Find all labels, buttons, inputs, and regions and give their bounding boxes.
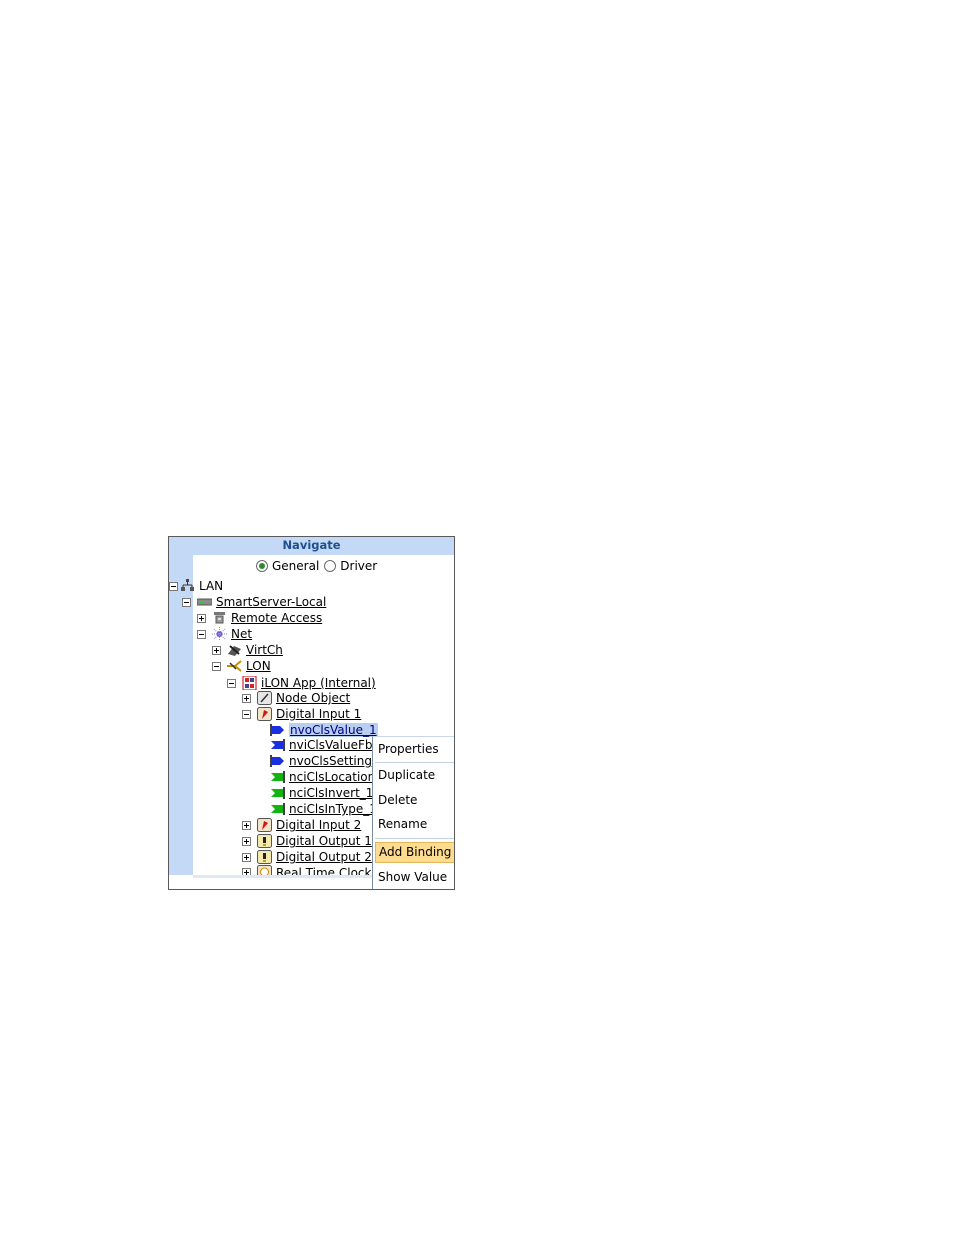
tree-node-remote-access[interactable]: Remote Access — [197, 610, 322, 626]
expand-toggle[interactable] — [242, 868, 251, 875]
tree-label: Remote Access — [231, 611, 323, 625]
menu-item-delete[interactable]: Delete — [375, 790, 454, 811]
navigate-panel: Navigate General Driver LAN SmartServer-… — [168, 536, 455, 890]
driver-radio-label: Driver — [340, 559, 378, 573]
virtual-channel-icon — [227, 643, 242, 657]
tree-node-virtch[interactable]: VirtCh — [212, 642, 283, 658]
menu-item-rename[interactable]: Rename — [375, 814, 454, 835]
clock-icon — [257, 865, 272, 875]
menu-divider — [375, 838, 454, 839]
collapse-toggle[interactable] — [242, 709, 251, 719]
lon-channel-icon — [227, 659, 242, 673]
tree-label: Digital Input 1 — [276, 707, 362, 721]
horizontal-scrollbar[interactable] — [193, 875, 373, 878]
collapse-toggle[interactable] — [212, 661, 221, 671]
tree-node-net[interactable]: Net — [197, 626, 252, 642]
output-datapoint-icon — [270, 754, 285, 768]
tree-node-real-time-clock[interactable]: Real Time Clock — [242, 865, 371, 875]
tree-label: SmartServer-Local — [216, 595, 327, 609]
lan-icon — [180, 579, 195, 593]
input-datapoint-icon — [270, 738, 285, 752]
general-radio-label: General — [272, 559, 320, 573]
collapse-toggle[interactable] — [169, 581, 178, 591]
config-property-icon — [270, 802, 285, 816]
tree-label: nvoClsValue_1 — [289, 723, 378, 737]
collapse-toggle[interactable] — [182, 597, 191, 607]
expand-toggle[interactable] — [242, 820, 251, 830]
digital-output-icon — [257, 850, 272, 864]
tree-node-digital-input-2[interactable]: Digital Input 2 — [242, 817, 361, 833]
menu-item-properties[interactable]: Properties — [375, 739, 454, 760]
tree-label: nviClsValueFb — [289, 738, 373, 752]
tree-node-digital-input-1[interactable]: Digital Input 1 — [242, 706, 361, 722]
functional-block-icon — [257, 691, 272, 705]
datapoint-nciclsinvert-1[interactable]: nciClsInvert_1 — [270, 785, 373, 801]
server-icon — [197, 595, 212, 609]
panel-title: Navigate — [169, 537, 454, 555]
expand-toggle[interactable] — [197, 613, 206, 623]
tree-label: nciClsLocation — [289, 770, 376, 784]
expand-toggle[interactable] — [242, 836, 251, 846]
tree-label: nciClsInType_1 — [289, 802, 377, 816]
config-property-icon — [270, 770, 285, 784]
tree-label: Digital Input 2 — [276, 818, 362, 832]
general-radio[interactable] — [256, 560, 268, 572]
tree-node-digital-output-1[interactable]: Digital Output 1 — [242, 833, 372, 849]
expand-toggle[interactable] — [242, 852, 251, 862]
tree-label: Node Object — [276, 691, 351, 705]
datapoint-nvoclssetting[interactable]: nvoClsSetting — [270, 753, 372, 769]
tree-node-smartserver[interactable]: SmartServer-Local — [182, 594, 326, 610]
tree-node-lon[interactable]: LON — [212, 658, 271, 674]
menu-item-show-value[interactable]: Show Value — [375, 867, 454, 888]
tree-label: Net — [231, 627, 253, 641]
expand-toggle[interactable] — [212, 645, 221, 655]
menu-item-add-binding[interactable]: Add Binding — [375, 842, 454, 863]
config-property-icon — [270, 786, 285, 800]
collapse-toggle[interactable] — [197, 629, 206, 639]
tree-label: nciClsInvert_1 — [289, 786, 374, 800]
context-menu: Properties Duplicate Delete Rename Add B… — [372, 736, 454, 889]
menu-item-duplicate[interactable]: Duplicate — [375, 765, 454, 786]
collapse-toggle[interactable] — [227, 678, 236, 688]
tree-label: Real Time Clock — [276, 866, 372, 875]
datapoint-nviclsvaluefb[interactable]: nviClsValueFb — [270, 737, 372, 753]
network-icon — [212, 627, 227, 641]
datapoint-nciclsintype-1[interactable]: nciClsInType_1 — [270, 801, 377, 817]
tree-label: iLON App (Internal) — [261, 676, 376, 690]
device-app-icon — [242, 676, 257, 690]
tree-node-node-object[interactable]: Node Object — [242, 690, 350, 706]
digital-input-icon — [257, 707, 272, 721]
datapoint-nvoclsvalue-1[interactable]: nvoClsValue_1 — [270, 722, 378, 738]
tree-label: nvoClsSetting — [289, 754, 372, 768]
tree-label: LON — [246, 659, 271, 673]
tree-label: Digital Output 1 — [276, 834, 372, 848]
tree-label: Digital Output 2 — [276, 850, 372, 864]
digital-output-icon — [257, 834, 272, 848]
tree-label: LAN — [199, 579, 224, 593]
datapoint-nciclslocation[interactable]: nciClsLocation — [270, 769, 375, 785]
tree-label: VirtCh — [246, 643, 283, 657]
driver-radio[interactable] — [324, 560, 337, 572]
tree-node-digital-output-2[interactable]: Digital Output 2 — [242, 849, 372, 865]
menu-divider — [375, 762, 454, 763]
view-mode-selector: General Driver — [256, 558, 382, 574]
digital-input-icon — [257, 818, 272, 832]
tree-node-lan[interactable]: LAN — [169, 578, 223, 594]
output-datapoint-icon — [270, 723, 285, 737]
tree-node-ilon-app[interactable]: iLON App (Internal) — [227, 675, 376, 691]
expand-toggle[interactable] — [242, 693, 251, 703]
remote-access-icon — [212, 611, 227, 625]
